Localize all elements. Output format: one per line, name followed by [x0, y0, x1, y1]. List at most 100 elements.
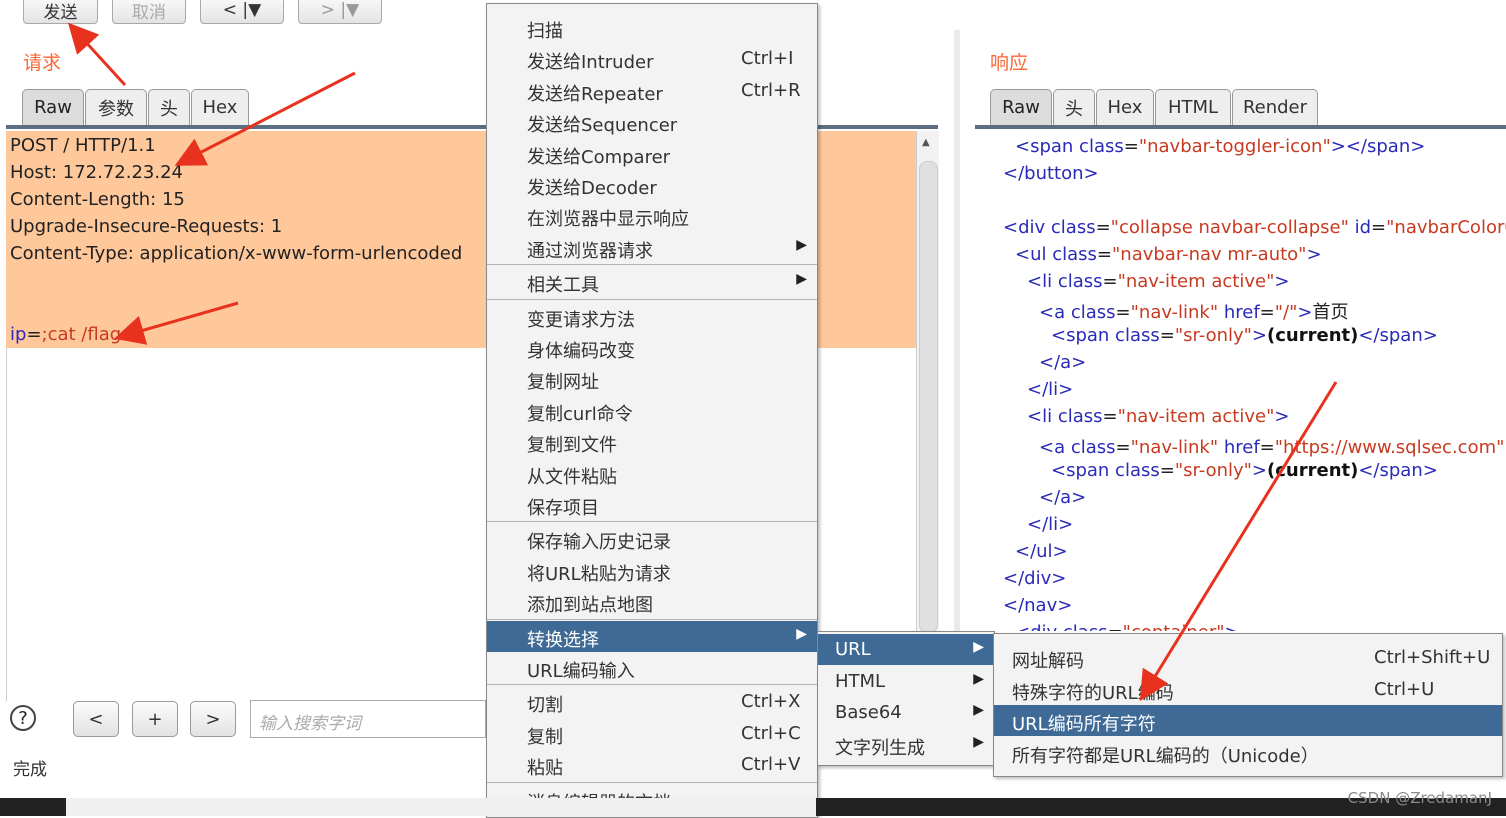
- code-token: (current): [1267, 460, 1359, 481]
- menu-item-label: URL编码输入: [527, 661, 635, 682]
- response-line: <div class="collapse navbar-collapse" id…: [1003, 217, 1506, 238]
- convert-submenu-item[interactable]: Base64 ▶: [818, 697, 994, 728]
- menu-item-label: 将URL粘贴为请求: [527, 563, 671, 585]
- url-submenu-item[interactable]: 网址解码 Ctrl+Shift+U: [994, 642, 1502, 673]
- forward-button[interactable]: > |▼: [298, 0, 382, 24]
- tab-render[interactable]: Render: [1232, 89, 1318, 125]
- code-token: id: [1354, 217, 1372, 238]
- menu-item[interactable]: 转换选择 ▶: [487, 620, 817, 652]
- response-line: <li class="nav-item active">: [1027, 406, 1289, 427]
- search-add-button[interactable]: +: [132, 701, 178, 737]
- menu-item[interactable]: 保存输入历史记录: [487, 523, 817, 554]
- menu-item-label: URL: [835, 639, 871, 660]
- code-token: =: [1371, 217, 1387, 238]
- menu-item-label: 切割: [527, 695, 563, 717]
- menu-item[interactable]: 通过浏览器请求 ▶: [487, 232, 817, 263]
- tab-headers[interactable]: 头: [148, 89, 190, 125]
- menu-item[interactable]: 将URL粘贴为请求: [487, 555, 817, 586]
- menu-item[interactable]: 添加到站点地图: [487, 586, 817, 617]
- code-token: <div: [1015, 622, 1063, 631]
- menu-item[interactable]: 发送给Repeater Ctrl+R: [487, 75, 817, 106]
- code-token: class: [1052, 244, 1097, 265]
- tab-headers[interactable]: 头: [1053, 89, 1095, 125]
- menu-item[interactable]: 扫描: [487, 12, 817, 43]
- response-title: 响应: [990, 52, 1029, 74]
- send-button[interactable]: 发送: [23, 0, 98, 24]
- taskbar-search-box[interactable]: [66, 798, 816, 816]
- menu-item[interactable]: 复制curl命令: [487, 395, 817, 426]
- search-input[interactable]: 输入搜索字词: [250, 700, 486, 738]
- code-token: "sr-only": [1174, 460, 1252, 481]
- scroll-up-icon[interactable]: ▲: [922, 137, 930, 148]
- tab-html[interactable]: HTML: [1155, 89, 1231, 125]
- request-scrollbar[interactable]: ▲: [916, 131, 939, 701]
- menu-item-label: 复制curl命令: [527, 403, 633, 425]
- tab-raw[interactable]: Raw: [22, 89, 84, 125]
- code-token: href: [1223, 302, 1260, 323]
- menu-item[interactable]: 在浏览器中显示响应: [487, 200, 817, 231]
- code-token: =: [1108, 622, 1123, 631]
- response-line: <a class="nav-link" href="/">首页: [1039, 298, 1348, 324]
- code-token: <span: [1051, 325, 1116, 346]
- watermark: CSDN @ZredamanJ: [1347, 789, 1492, 807]
- code-token: =: [1115, 437, 1131, 458]
- response-line: </button>: [1003, 163, 1099, 184]
- response-line: <ul class="navbar-nav mr-auto">: [1015, 244, 1322, 265]
- back-button[interactable]: < |▼: [200, 0, 284, 24]
- menu-item[interactable]: 保存项目: [487, 489, 817, 520]
- tab-params[interactable]: 参数: [85, 89, 147, 125]
- url-submenu-item[interactable]: URL编码所有字符: [994, 705, 1502, 736]
- menu-separator: [487, 521, 817, 523]
- code-token: href: [1223, 437, 1260, 458]
- tab-hex[interactable]: Hex: [191, 89, 249, 125]
- search-prev-button[interactable]: <: [73, 701, 119, 737]
- menu-item-label: 从文件粘贴: [527, 466, 617, 488]
- scrollbar-thumb[interactable]: [919, 161, 938, 633]
- menu-item[interactable]: 发送给Intruder Ctrl+I: [487, 43, 817, 74]
- code-token: "navbar-nav mr-auto": [1112, 244, 1307, 265]
- search-next-button[interactable]: >: [190, 701, 236, 737]
- cancel-button[interactable]: 取消: [112, 0, 186, 24]
- menu-item[interactable]: URL编码输入: [487, 652, 817, 683]
- menu-item-label: 扫描: [527, 21, 563, 42]
- menu-item[interactable]: 从文件粘贴: [487, 458, 817, 489]
- code-token: =: [1095, 217, 1111, 238]
- convert-submenu-item[interactable]: HTML ▶: [818, 666, 994, 697]
- code-token: </span>: [1358, 460, 1438, 481]
- convert-submenu-item[interactable]: 文字列生成 ▶: [818, 729, 994, 760]
- menu-item[interactable]: 变更请求方法: [487, 301, 817, 332]
- menu-item[interactable]: 相关工具 ▶: [487, 266, 817, 297]
- menu-item[interactable]: 身体编码改变: [487, 332, 817, 363]
- url-submenu-item[interactable]: 特殊字符的URL编码 Ctrl+U: [994, 674, 1502, 705]
- menu-item[interactable]: 复制到文件: [487, 426, 817, 457]
- submenu-arrow-icon: ▶: [973, 702, 984, 718]
- arrow-to-send: [67, 22, 127, 87]
- code-token: </nav>: [1003, 595, 1073, 616]
- menu-item-shortcut: Ctrl+R: [741, 79, 801, 101]
- code-token: "https://www.sqlsec.com": [1274, 437, 1505, 458]
- menu-item[interactable]: 粘贴 Ctrl+V: [487, 749, 817, 780]
- convert-submenu-item[interactable]: URL ▶: [818, 634, 994, 665]
- response-line: <li class="nav-item active">: [1027, 271, 1289, 292]
- code-token: =: [1102, 406, 1118, 427]
- pane-splitter[interactable]: [954, 30, 960, 700]
- menu-item[interactable]: 切割 Ctrl+X: [487, 686, 817, 717]
- menu-item[interactable]: 发送给Comparer: [487, 138, 817, 169]
- menu-item[interactable]: 复制网址: [487, 363, 817, 394]
- url-submenu-item[interactable]: 所有字符都是URL编码的（Unicode）: [994, 737, 1502, 768]
- menu-item-label: 复制到文件: [527, 435, 617, 457]
- tab-raw[interactable]: Raw: [990, 89, 1052, 125]
- menu-item[interactable]: 发送给Decoder: [487, 169, 817, 200]
- submenu-arrow-icon: ▶: [796, 625, 807, 642]
- menu-item-label: 转换选择: [527, 629, 599, 651]
- menu-item-label: 在浏览器中显示响应: [527, 209, 689, 231]
- menu-item[interactable]: 复制 Ctrl+C: [487, 718, 817, 749]
- response-editor[interactable]: <span class="navbar-toggler-icon"></span…: [975, 131, 1506, 631]
- menu-item-label: HTML: [835, 670, 886, 692]
- code-token: 首页: [1312, 302, 1349, 323]
- tab-hex[interactable]: Hex: [1096, 89, 1154, 125]
- menu-item[interactable]: 发送给Sequencer: [487, 106, 817, 137]
- code-token: <a: [1039, 437, 1071, 458]
- code-token: >: [1274, 271, 1290, 292]
- help-icon[interactable]: ?: [10, 705, 36, 731]
